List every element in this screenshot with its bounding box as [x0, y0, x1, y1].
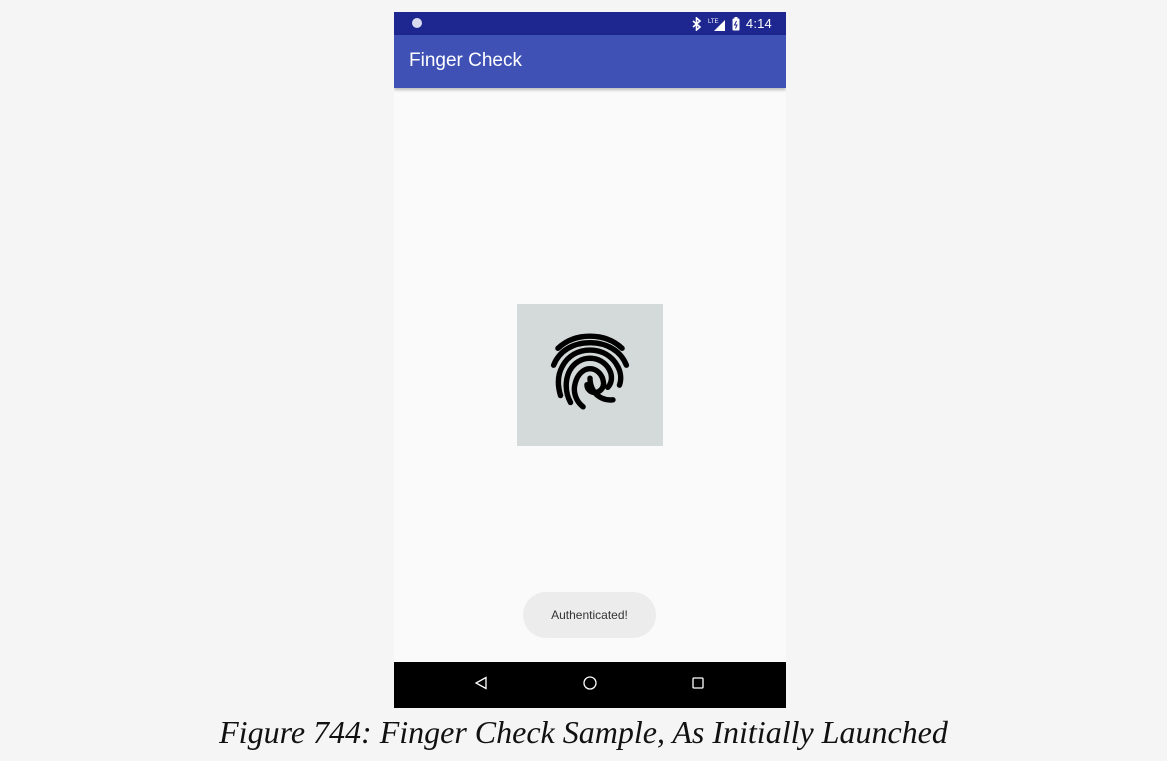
back-icon	[474, 675, 488, 695]
authenticated-toast: Authenticated!	[523, 592, 656, 638]
notification-dot-icon	[412, 18, 422, 28]
home-button[interactable]	[579, 674, 601, 696]
battery-icon	[732, 16, 740, 31]
status-bar: LTE 4:14	[394, 12, 786, 35]
back-button[interactable]	[470, 674, 492, 696]
fingerprint-button[interactable]	[517, 304, 663, 446]
status-time: 4:14	[745, 16, 772, 31]
phone-screen: LTE 4:14 Finger Check Authenticated!	[394, 12, 786, 708]
recents-icon	[691, 676, 705, 695]
fingerprint-icon	[538, 321, 642, 430]
svg-text:LTE: LTE	[708, 19, 719, 25]
app-bar: Finger Check	[394, 35, 786, 88]
bluetooth-icon	[692, 16, 702, 31]
figure-caption: Figure 744: Finger Check Sample, As Init…	[219, 714, 948, 750]
app-title: Finger Check	[409, 50, 522, 71]
lte-signal-icon: LTE	[708, 17, 726, 31]
recents-button[interactable]	[687, 674, 709, 696]
status-icons: LTE 4:14	[692, 12, 772, 35]
home-icon	[582, 675, 598, 696]
navigation-bar	[394, 662, 786, 708]
